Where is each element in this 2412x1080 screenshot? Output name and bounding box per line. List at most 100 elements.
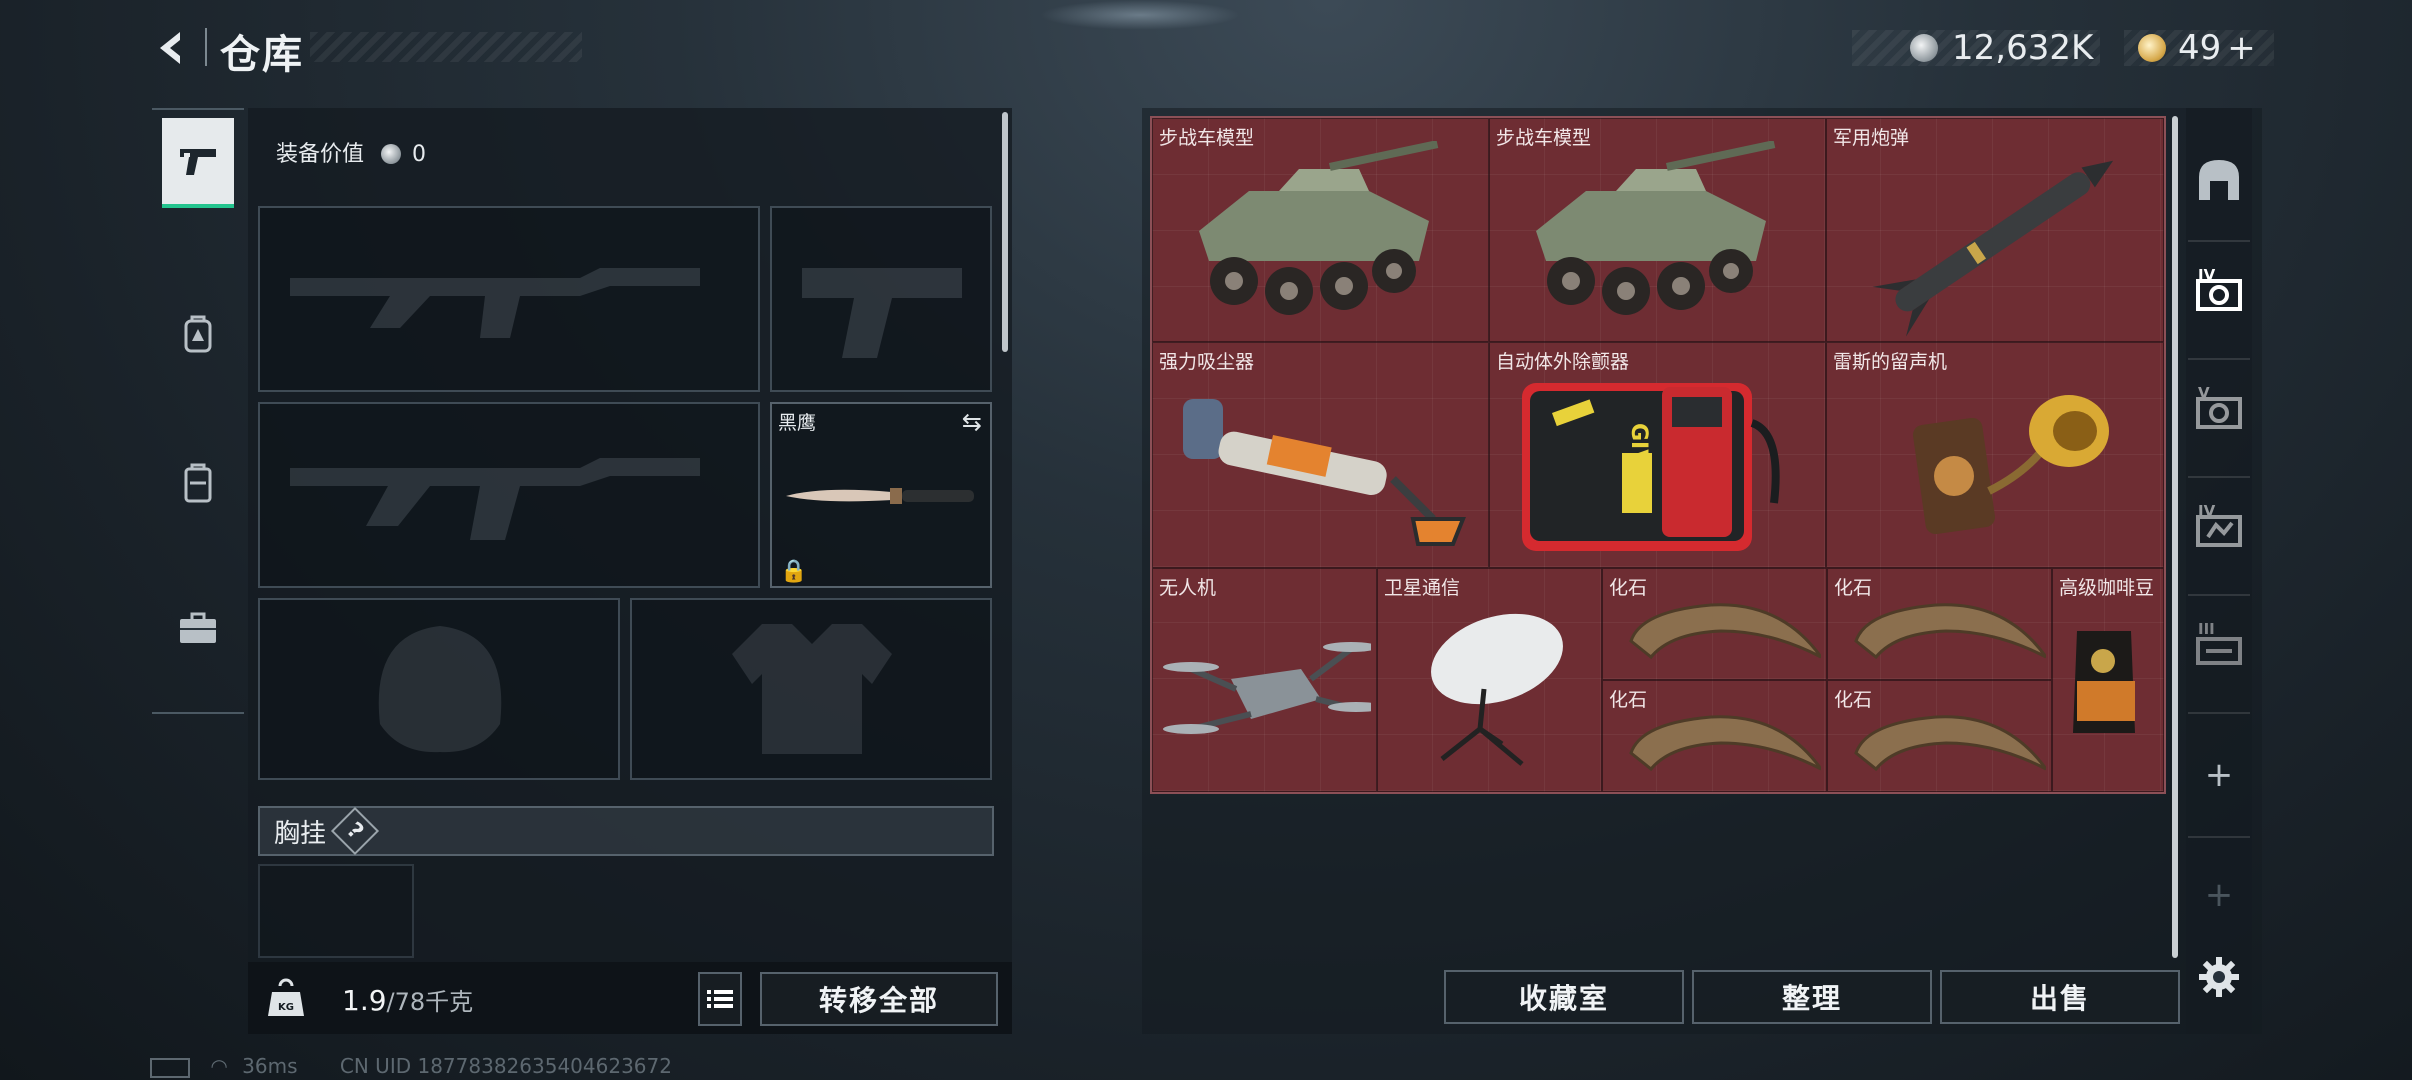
tab-container-iv-2[interactable]: IV xyxy=(2188,486,2250,576)
melee-name: 黑鹰 xyxy=(778,412,817,434)
item-premium-coffee-beans[interactable]: 高级咖啡豆 xyxy=(2052,568,2164,792)
satellite-dish-icon xyxy=(1431,613,1563,766)
melee-slot[interactable]: 黑鹰 ⇆ 🔒 xyxy=(770,402,992,588)
armor-slot[interactable] xyxy=(630,598,992,780)
settings-gear-icon[interactable] xyxy=(2188,942,2250,1012)
loadout-scrollbar[interactable] xyxy=(1002,112,1008,352)
side-tab-separator xyxy=(2188,240,2250,242)
ifv-model-icon xyxy=(1536,141,1776,315)
item-fossil[interactable]: 化石 xyxy=(1602,680,1827,792)
item-satellite-comms[interactable]: 卫星通信 xyxy=(1377,568,1602,792)
tab-tier-label: V xyxy=(2198,384,2210,402)
helmet-silhouette-icon xyxy=(378,626,502,753)
gold-amount[interactable]: 49 + xyxy=(2178,28,2256,68)
background-light xyxy=(1040,0,1240,30)
chest-rig-label: 胸挂 xyxy=(274,818,327,849)
fossil-claw-icon xyxy=(1629,715,1821,772)
tab-container-v[interactable]: V xyxy=(2188,368,2250,458)
backpack-icon xyxy=(184,463,212,503)
page-title: 仓库 xyxy=(220,32,304,78)
collection-room-button[interactable]: 收藏室 xyxy=(1444,970,1684,1024)
weight-icon: KG xyxy=(268,978,304,1018)
side-tab-separator xyxy=(2188,476,2250,478)
item-fossil[interactable]: 化石 xyxy=(1602,568,1827,680)
gold-plus[interactable]: + xyxy=(2227,28,2256,68)
lock-icon: 🔒 xyxy=(780,559,808,584)
gramophone-icon xyxy=(1912,395,2109,535)
storage-arch-icon xyxy=(2199,160,2239,200)
weight-max: /78千克 xyxy=(386,988,474,1016)
add-container-button-disabled[interactable]: + xyxy=(2188,860,2250,930)
tab-weapons[interactable] xyxy=(162,118,234,208)
item-ifv-model[interactable]: 步战车模型 xyxy=(1152,118,1489,342)
item-gramophone[interactable]: 雷斯的留声机 xyxy=(1826,342,2164,568)
ping-value: 36ms xyxy=(242,1054,298,1078)
chest-rig-help-icon[interactable]: ? xyxy=(330,806,380,856)
wifi-icon: ◠ xyxy=(210,1054,228,1078)
add-container-button[interactable]: + xyxy=(2188,740,2250,810)
transfer-all-button[interactable]: 转移全部 xyxy=(760,972,998,1026)
stash-scrollbar[interactable] xyxy=(2172,116,2178,958)
tab-container-iii[interactable]: III xyxy=(2188,604,2250,694)
rifle-silhouette-icon xyxy=(290,458,700,540)
item-vacuum[interactable]: 强力吸尘器 xyxy=(1152,342,1489,568)
battery-icon xyxy=(150,1057,190,1078)
defibrillator-icon: GIV xyxy=(1522,383,1780,551)
backpack-armor-icon xyxy=(184,315,212,353)
side-tab-separator xyxy=(2188,712,2250,714)
item-military-shell[interactable]: 军用炮弹 xyxy=(1826,118,2164,342)
tab-stash-main[interactable] xyxy=(2188,140,2250,220)
secondary-weapon-slot[interactable] xyxy=(258,402,760,588)
tab-tier-label: IV xyxy=(2198,266,2216,284)
tab-tier-label: IV xyxy=(2198,502,2216,520)
swap-icon[interactable]: ⇆ xyxy=(962,408,982,436)
sell-button[interactable]: 出售 xyxy=(1940,970,2180,1024)
title-stripe xyxy=(310,32,582,62)
coffee-bag-icon xyxy=(2073,631,2135,733)
tab-helmet[interactable] xyxy=(162,290,234,380)
knife-icon xyxy=(786,488,974,504)
weight-current: 1.9 xyxy=(342,984,387,1017)
side-tab-separator xyxy=(2188,358,2250,360)
silver-coin-icon xyxy=(1910,34,1938,62)
briefcase-icon xyxy=(180,612,216,643)
fossil-claw-icon xyxy=(1854,603,2046,660)
list-view-button[interactable] xyxy=(698,972,742,1026)
item-ifv-model[interactable]: 步战车模型 xyxy=(1489,118,1826,342)
side-tab-separator xyxy=(2188,836,2250,838)
item-fossil[interactable]: 化石 xyxy=(1827,568,2052,680)
chest-rig-slot[interactable] xyxy=(258,864,414,958)
tab-container-iv[interactable]: IV xyxy=(2188,250,2250,340)
side-tab-separator xyxy=(2188,594,2250,596)
item-fossil[interactable]: 化石 xyxy=(1827,680,2052,792)
sort-button[interactable]: 整理 xyxy=(1692,970,1932,1024)
fossil-claw-icon xyxy=(1854,715,2046,772)
back-arrow-icon[interactable] xyxy=(150,26,194,70)
title-divider xyxy=(205,28,207,66)
helmet-slot[interactable] xyxy=(258,598,620,780)
primary-weapon-slot[interactable] xyxy=(258,206,760,392)
vest-silhouette-icon xyxy=(732,624,892,754)
pistol-icon xyxy=(180,149,216,175)
status-bar: ◠ 36ms CN UID 18778382635404623672 xyxy=(150,1054,672,1078)
uid-text: CN UID 18778382635404623672 xyxy=(339,1054,672,1078)
svg-text:KG: KG xyxy=(278,1002,294,1013)
drone-icon xyxy=(1163,642,1371,734)
item-defibrillator[interactable]: 自动体外除颤器 GIV xyxy=(1489,342,1826,568)
tab-tier-label: III xyxy=(2198,620,2215,638)
equipment-value: 装备价值 0 xyxy=(276,142,427,167)
chest-rig-header: 胸挂 ? xyxy=(258,806,994,856)
tab-backpack[interactable] xyxy=(162,438,234,528)
list-icon xyxy=(707,990,733,1008)
pistol-slot[interactable] xyxy=(770,206,992,392)
tab-case[interactable] xyxy=(162,584,234,674)
ifv-model-icon xyxy=(1199,141,1439,315)
silver-coin-icon xyxy=(381,144,402,164)
item-drone[interactable]: 无人机 xyxy=(1152,568,1377,792)
weight-display: 1.9/78千克 xyxy=(342,982,473,1017)
gold-coin-icon xyxy=(2138,34,2166,62)
rifle-silhouette-icon xyxy=(290,268,700,338)
vacuum-icon xyxy=(1183,399,1466,546)
silver-amount: 12,632K xyxy=(1952,28,2094,68)
missile-icon xyxy=(1872,160,2114,337)
